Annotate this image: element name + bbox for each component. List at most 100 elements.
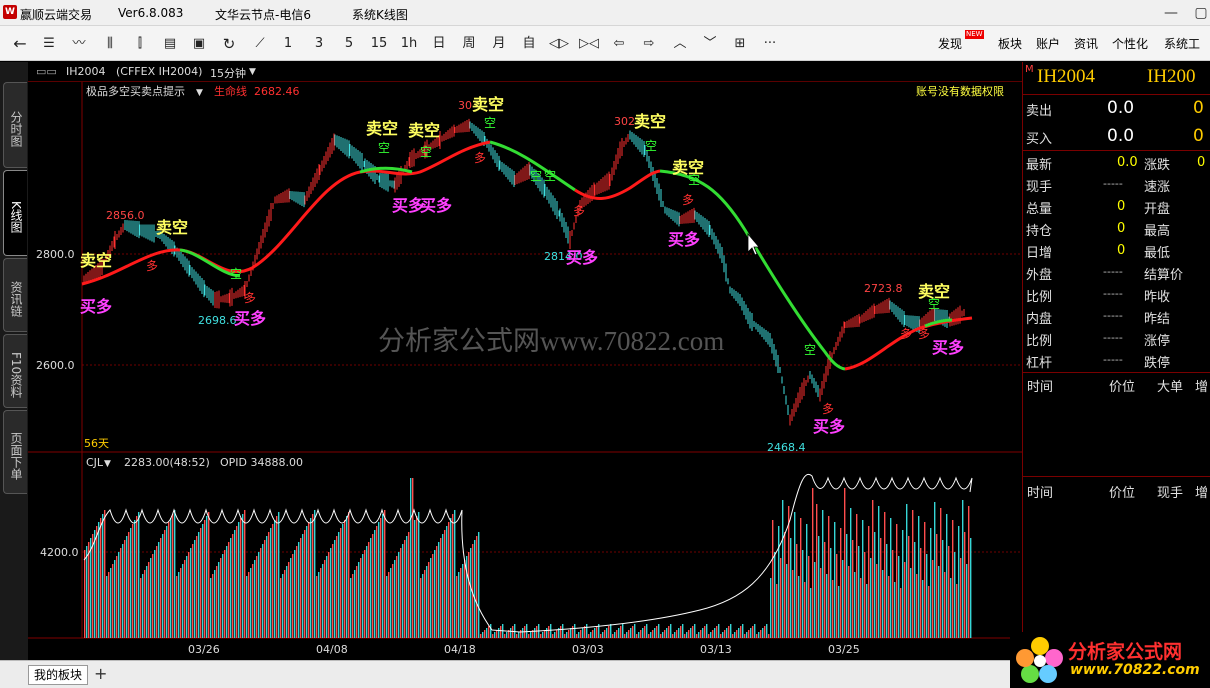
volume-chevron-icon[interactable]: ▼ [104,459,111,469]
volume-bar [662,632,664,638]
volume-bar [610,624,612,638]
my-board-tab[interactable]: 我的板块 [28,665,88,685]
volume-bar [686,632,688,638]
volume-bar [196,536,198,638]
volume-bar [544,630,546,638]
x-tick: 03/13 [700,643,732,656]
quote-label: 开盘 [1144,202,1171,217]
indicator-chevron-icon[interactable]: ▼ [196,88,203,98]
volume-bar [92,534,94,638]
quote-label[interactable]: 结算价 [1144,264,1183,283]
quote-label: 日增 [1026,246,1053,261]
volume-bar [482,632,484,638]
volume-bar [322,564,324,638]
volume-bar [404,540,406,638]
volume-bar [746,632,748,638]
duo-marker: 多 [822,402,834,416]
volume-bar [702,628,704,638]
volume-bar [238,522,240,638]
volume-value: 2283.00(48:52) [124,456,210,469]
volume-bar [504,634,506,638]
volume-bar [302,534,304,638]
volume-bar [760,630,762,638]
volume-bar [530,632,532,638]
buy-label: 买入 [1026,132,1053,147]
volume-bar [842,560,844,638]
volume-bar [296,546,298,638]
watermark-logo: 分析家公式网 www.70822.com [1010,632,1210,688]
kong-marker: 空 [688,173,700,187]
volume-bar [386,576,388,638]
indicator-name[interactable]: 极品多空买卖点提示 [86,84,185,98]
volume-bar [714,628,716,638]
kong-marker: 空 [928,297,940,311]
volume-bar [786,564,788,638]
volume-bar [88,542,90,638]
volume-bar [658,624,660,638]
volume-bar [716,626,718,638]
volume-bar [656,626,658,638]
volume-bar [294,550,296,638]
volume-bar [626,632,628,638]
quote-value: ----- [1103,331,1123,344]
volume-bar [718,624,720,638]
volume-bar [374,530,376,638]
sell-signal: 卖空 [80,251,112,270]
quote-label: 涨停 [1144,334,1171,349]
volume-bar [120,548,122,638]
volume-bar [930,528,932,638]
quote-value: 0 [1117,243,1126,258]
volume-bar [462,564,464,638]
quote-contract[interactable]: IH2004 [1037,66,1095,88]
volume-bar [134,520,136,638]
watermark-logo-title: 分析家公式网 [1068,641,1183,663]
volume-bar [712,630,714,638]
volume-bar [256,556,258,638]
volume-bar [676,630,678,638]
volume-bar [762,628,764,638]
volume-bar [458,572,460,638]
volume-bar [520,630,522,638]
volume-bar [392,564,394,638]
quote-value: ----- [1103,287,1123,300]
volume-bar [692,626,694,638]
volume-bar [794,512,796,638]
volume-bar [450,518,452,638]
volume-bar [536,626,538,638]
volume-bar [152,554,154,638]
volume-bar [184,560,186,638]
trade2-col-lot: 现手 [1157,486,1184,501]
quote-label: 总量 [1026,202,1053,217]
volume-bar [608,626,610,638]
quote-value: 0 [1117,221,1126,236]
volume-bar [814,562,816,638]
volume-bar [224,550,226,638]
volume-bars [84,478,972,638]
volume-bar [114,560,116,638]
volume-bar [864,552,866,638]
quote-value: ----- [1103,177,1123,190]
price-label-partial-1: 30 [458,99,472,112]
buy-signal: 买多 [566,248,598,267]
volume-indicator-name[interactable]: CJL [86,456,104,469]
volume-bar [766,624,768,638]
volume-bar [660,634,662,638]
volume-bar [350,578,352,638]
volume-bar [632,626,634,638]
volume-bar [388,572,390,638]
volume-bar [668,626,670,638]
volume-bar [896,524,898,638]
volume-panel: CJL ▼ 2283.00(48:52) OPID 34888.00 4200.… [40,456,1020,638]
volume-bar [400,548,402,638]
volume-bar [540,634,542,638]
add-tab-icon[interactable]: + [94,664,107,683]
volume-bar [130,528,132,638]
volume-bar [666,628,668,638]
volume-bar [696,634,698,638]
volume-bar [332,544,334,638]
quote-label: 速涨 [1144,180,1171,195]
price-tick-2800: 2800.0 [36,248,75,261]
volume-bar [926,554,928,638]
volume-bar [370,538,372,638]
volume-bar [674,632,676,638]
